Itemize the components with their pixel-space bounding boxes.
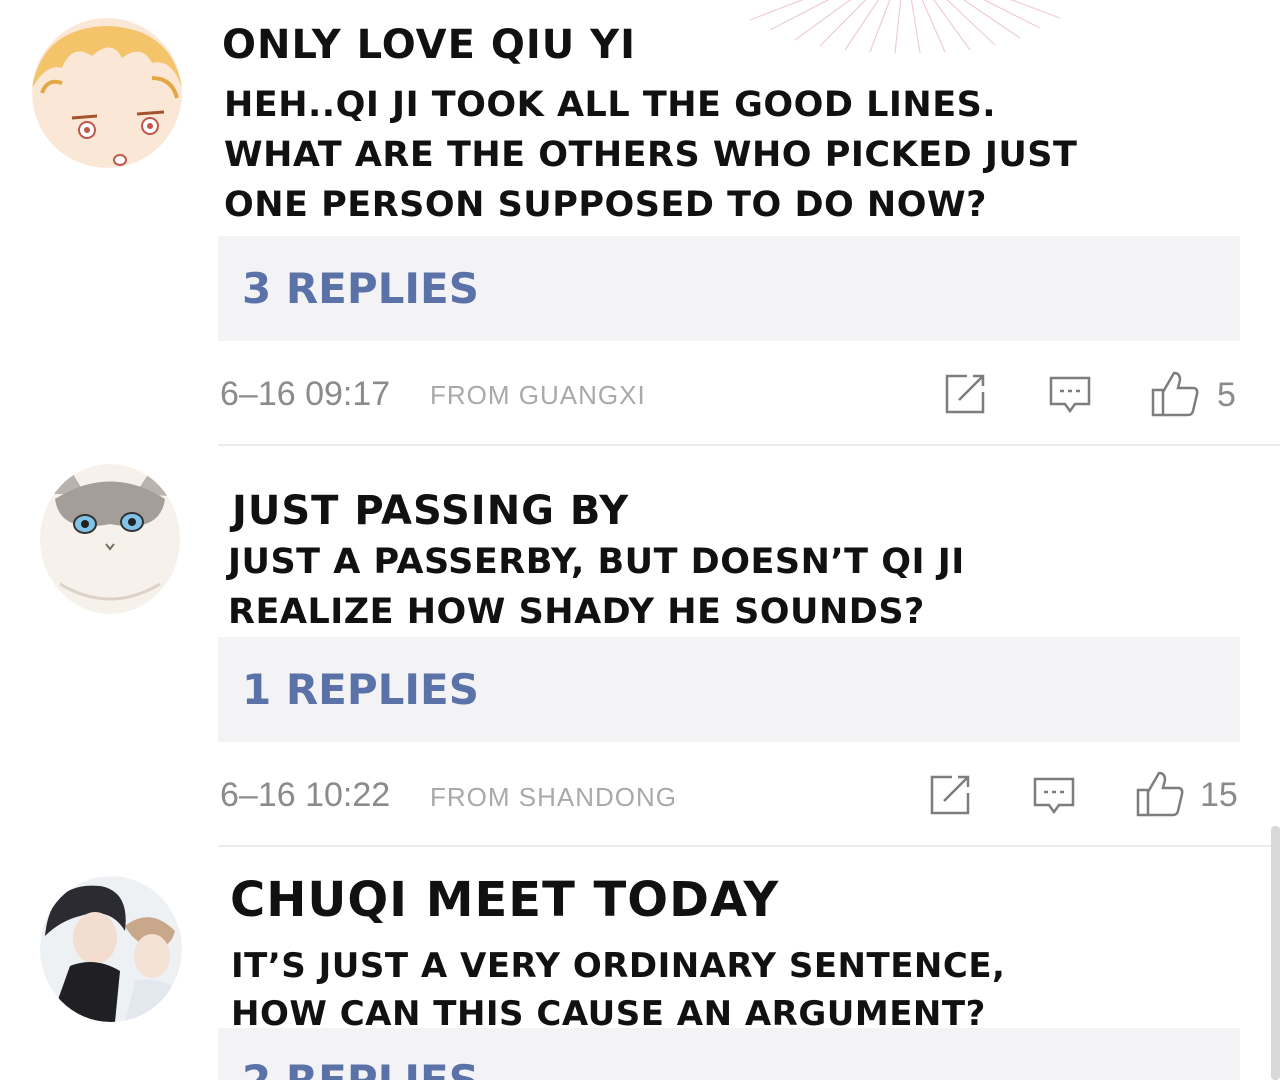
location: FROM GUANGXI [430, 380, 646, 410]
comment-line: REALIZE HOW SHADY HE SOUNDS? [228, 592, 925, 632]
replies-box: 3 REPLIES [218, 236, 1240, 341]
like-button[interactable] [1150, 370, 1200, 418]
edit-button[interactable] [928, 773, 972, 817]
replies-link[interactable]: 3 REPLIES [242, 264, 479, 313]
blond-boy-avatar-icon [32, 18, 182, 168]
username[interactable]: ONLY LOVE QIU YI [222, 22, 636, 68]
comment-line: ONE PERSON SUPPOSED TO DO NOW? [224, 185, 987, 225]
divider [218, 444, 1280, 446]
comment-line: WHAT ARE THE OTHERS WHO PICKED JUST [224, 135, 1078, 175]
cat-avatar-icon [40, 464, 180, 614]
comment-line: IT’S JUST A VERY ORDINARY SENTENCE, [231, 946, 1006, 986]
edit-icon [945, 374, 985, 414]
thumbs-up-icon [1151, 371, 1199, 417]
like-count: 5 [1217, 376, 1236, 414]
comment-icon [1049, 376, 1091, 414]
divider [218, 845, 1280, 847]
timestamp: 6–16 09:17 [220, 375, 391, 413]
avatar[interactable] [40, 464, 180, 614]
scrollbar[interactable] [1271, 826, 1280, 1080]
username[interactable]: CHUQI MEET TODAY [230, 872, 779, 928]
replies-link[interactable]: 1 REPLIES [242, 665, 479, 714]
decorative-burst [749, 0, 1061, 54]
replies-box: 2 REPLIES [218, 1028, 1240, 1080]
replies-link[interactable]: 2 REPLIES [242, 1056, 479, 1080]
comment-icon [1033, 777, 1075, 815]
avatar[interactable] [32, 18, 182, 168]
timestamp: 6–16 10:22 [220, 776, 391, 814]
comment-body: HEH..QI JI TOOK ALL THE GOOD LINES. WHAT… [224, 80, 1077, 230]
location: FROM SHANDONG [430, 782, 677, 812]
comment-body: IT’S JUST A VERY ORDINARY SENTENCE, HOW … [231, 942, 1005, 1038]
thumbs-up-icon [1136, 771, 1184, 817]
edit-button[interactable] [943, 372, 987, 416]
like-button[interactable] [1135, 770, 1185, 818]
edit-icon [930, 775, 970, 815]
comment-body: JUST A PASSERBY, BUT DOESN’T QI JI REALI… [228, 537, 965, 637]
comment-line: HEH..QI JI TOOK ALL THE GOOD LINES. [224, 85, 997, 125]
username[interactable]: JUST PASSING BY [232, 488, 629, 534]
like-count: 15 [1200, 776, 1238, 814]
comment-button[interactable] [1032, 775, 1076, 819]
avatar[interactable] [40, 876, 182, 1022]
comment-line: JUST A PASSERBY, BUT DOESN’T QI JI [228, 542, 965, 582]
replies-box: 1 REPLIES [218, 637, 1240, 742]
couple-avatar-icon [40, 876, 182, 1022]
comment-button[interactable] [1048, 374, 1092, 418]
